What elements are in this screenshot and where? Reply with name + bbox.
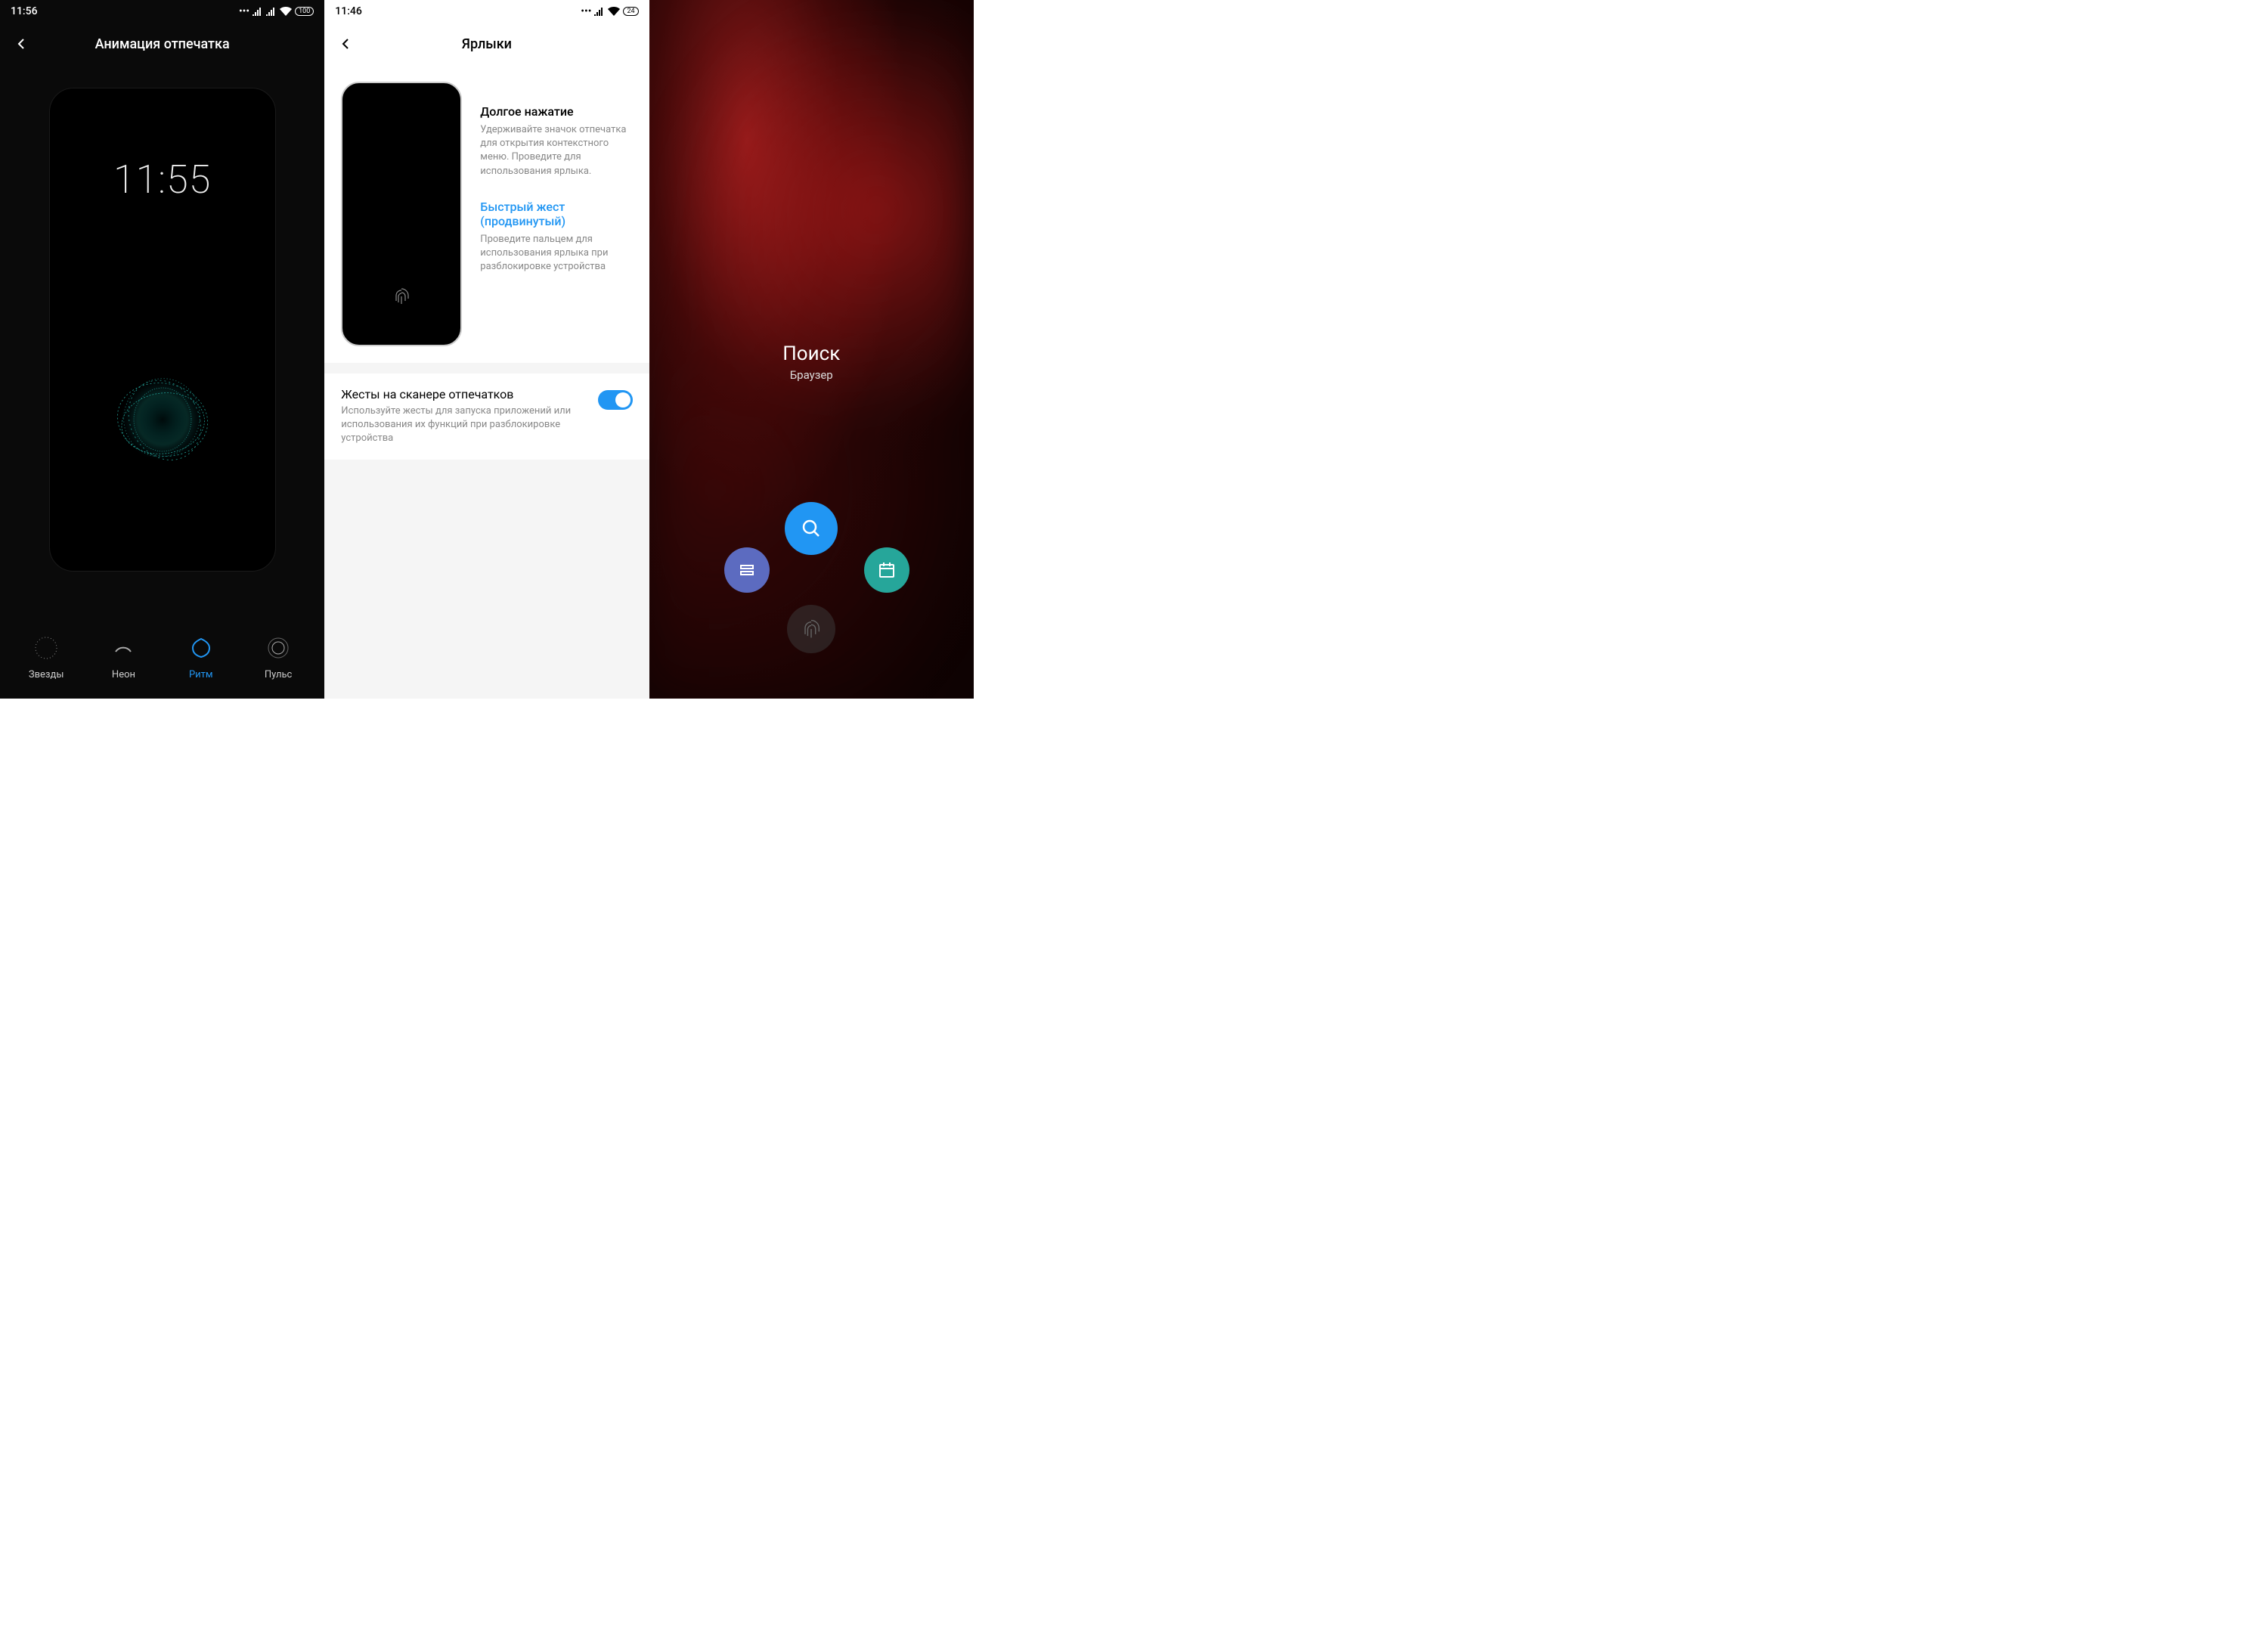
shortcut-left-button[interactable] [724,547,770,593]
fingerprint-icon [799,617,823,641]
shortcut-title: Поиск [782,342,840,365]
screen-home-shortcuts: Поиск Браузер [649,0,974,699]
animation-option-stars[interactable]: Звезды [16,634,76,680]
status-bar: 11:46 ••• 24 [324,0,649,23]
status-time: 11:46 [335,5,362,17]
calendar-icon [877,560,897,580]
dots-icon: ••• [239,5,249,17]
preview-clock: 11:55 [50,157,275,203]
dots-icon: ••• [581,5,591,17]
signal-icon [266,7,277,16]
search-icon [800,517,823,540]
stars-icon [33,634,60,662]
pulse-icon [265,634,292,662]
animation-options: Звезды Неон Ритм Пульс [0,621,324,699]
animation-option-pulse[interactable]: Пульс [248,634,308,680]
rhythm-icon [187,634,215,662]
back-button[interactable] [9,32,33,56]
rhythm-animation-icon [87,344,238,495]
screen-shortcuts: 11:46 ••• 24 Ярлыки Долгое нажатие Удерж… [324,0,649,699]
animation-option-neon[interactable]: Неон [93,634,153,680]
quick-gesture-option[interactable]: Быстрый жест (продвинутый) Проведите пал… [480,200,632,274]
status-time: 11:56 [11,5,38,17]
radial-shortcuts [713,502,909,653]
info-block: Долгое нажатие Удерживайте значок отпеча… [324,65,649,363]
back-button[interactable] [333,32,358,56]
signal-icon [253,7,263,16]
gesture-toggle-row: Жесты на сканере отпечатков Используйте … [324,373,649,460]
shortcut-subtitle: Браузер [782,368,840,382]
menu-icon [737,560,757,580]
toggle-desc: Используйте жесты для запуска приложений… [341,404,587,446]
gesture-toggle[interactable] [598,390,633,410]
long-press-desc: Удерживайте значок отпечатка для открыти… [480,123,632,178]
mini-phone-preview [341,82,462,346]
info-column: Долгое нажатие Удерживайте значок отпеча… [480,82,632,346]
wifi-icon [608,7,620,16]
battery-badge: 24 [623,7,638,16]
long-press-title: Долгое нажатие [480,104,632,119]
toggle-text: Жесты на сканере отпечатков Используйте … [341,387,587,446]
long-press-option[interactable]: Долгое нажатие Удерживайте значок отпеча… [480,104,632,178]
signal-icon [594,7,605,16]
animation-option-rhythm[interactable]: Ритм [171,634,231,680]
status-bar: 11:56 ••• 100 [0,0,324,23]
shortcut-right-button[interactable] [864,547,909,593]
status-icons: ••• 100 [239,5,314,17]
battery-badge: 100 [295,7,314,16]
page-title: Ярлыки [324,36,649,52]
neon-icon [110,634,137,662]
phone-preview: 11:55 [49,88,276,572]
wifi-icon [280,7,292,16]
header: Анимация отпечатка [0,23,324,65]
shortcut-fingerprint-button[interactable] [787,605,835,653]
toggle-knob [615,392,631,408]
screen-fingerprint-animation: 11:56 ••• 100 Анимация отпечатка 11:55 [0,0,324,699]
page-title: Анимация отпечатка [0,36,324,52]
quick-gesture-desc: Проведите пальцем для использования ярлы… [480,233,632,274]
status-icons: ••• 24 [581,5,638,17]
header: Ярлыки [324,23,649,65]
shortcut-label: Поиск Браузер [782,342,840,382]
toggle-title: Жесты на сканере отпечатков [341,387,587,401]
quick-gesture-title: Быстрый жест (продвинутый) [480,200,632,228]
shortcut-search-button[interactable] [785,502,838,555]
fingerprint-icon [391,286,412,307]
